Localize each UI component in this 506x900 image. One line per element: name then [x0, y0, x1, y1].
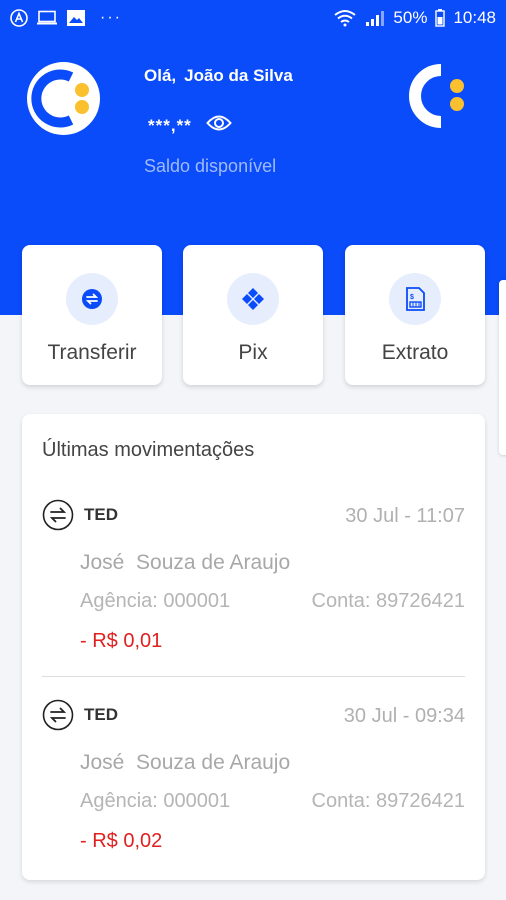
- brand-logo-icon: [405, 60, 475, 132]
- transaction-date: 30 Jul - 09:34: [343, 705, 465, 727]
- balance-value: ***,**: [148, 115, 192, 135]
- balance-row: ***,**: [148, 114, 232, 137]
- transaction-recipient: José Souza de Araujo: [80, 751, 291, 774]
- statement-icon: $: [389, 273, 441, 325]
- wifi-icon: [333, 9, 357, 27]
- transactions-panel: Últimas movimentações TED 30 Jul - 11:07…: [22, 414, 485, 880]
- statement-button[interactable]: $ Extrato: [345, 245, 485, 385]
- transaction-date: 30 Jul - 11:07: [345, 505, 465, 527]
- svg-text:$: $: [410, 294, 414, 301]
- transfer-button[interactable]: Transferir: [22, 245, 162, 385]
- pix-icon: [227, 273, 279, 325]
- laptop-icon: [36, 10, 58, 26]
- statement-label: Extrato: [381, 341, 449, 364]
- transaction-agency: Agência: 000001: [80, 590, 231, 612]
- greeting-prefix: Olá,: [144, 66, 177, 85]
- battery-icon: [435, 9, 446, 27]
- transfer-icon: [42, 699, 74, 731]
- clock: 10:48: [453, 8, 496, 27]
- transaction-recipient: José Souza de Araujo: [80, 551, 291, 574]
- list-item[interactable]: TED 30 Jul - 09:34 José Souza de Araujo …: [42, 699, 465, 879]
- list-item[interactable]: TED 30 Jul - 11:07 José Souza de Araujo …: [42, 499, 465, 679]
- transaction-amount: - R$ 0,01: [80, 630, 163, 652]
- transaction-type: TED: [84, 505, 118, 524]
- transactions-title: Últimas movimentações: [42, 439, 255, 461]
- transaction-type: TED: [84, 705, 118, 724]
- balance-label: Saldo disponível: [144, 156, 277, 176]
- transaction-account: Conta: 89726421: [311, 790, 465, 812]
- greeting: Olá, João da Silva: [144, 66, 293, 86]
- pix-button[interactable]: Pix: [183, 245, 323, 385]
- transfer-label: Transferir: [47, 341, 137, 364]
- avatar-logo-icon: [31, 69, 89, 128]
- eye-icon[interactable]: [205, 114, 232, 137]
- avatar[interactable]: [27, 62, 100, 135]
- pix-label: Pix: [238, 341, 268, 364]
- transaction-agency: Agência: 000001: [80, 790, 231, 812]
- status-bar: ··· 50% 10:48: [0, 0, 506, 36]
- transaction-account: Conta: 89726421: [311, 590, 465, 612]
- scroll-peek-card: [499, 280, 506, 455]
- transfer-icon: [66, 273, 118, 325]
- battery-percent: 50%: [393, 8, 428, 27]
- transaction-amount: - R$ 0,02: [80, 830, 163, 852]
- app-a-icon: [10, 9, 28, 27]
- more-notifications-icon: ···: [100, 9, 122, 26]
- image-icon: [66, 9, 86, 27]
- divider: [42, 676, 465, 677]
- transfer-icon: [42, 499, 74, 531]
- signal-icon: [365, 9, 385, 27]
- user-name: João da Silva: [184, 66, 293, 85]
